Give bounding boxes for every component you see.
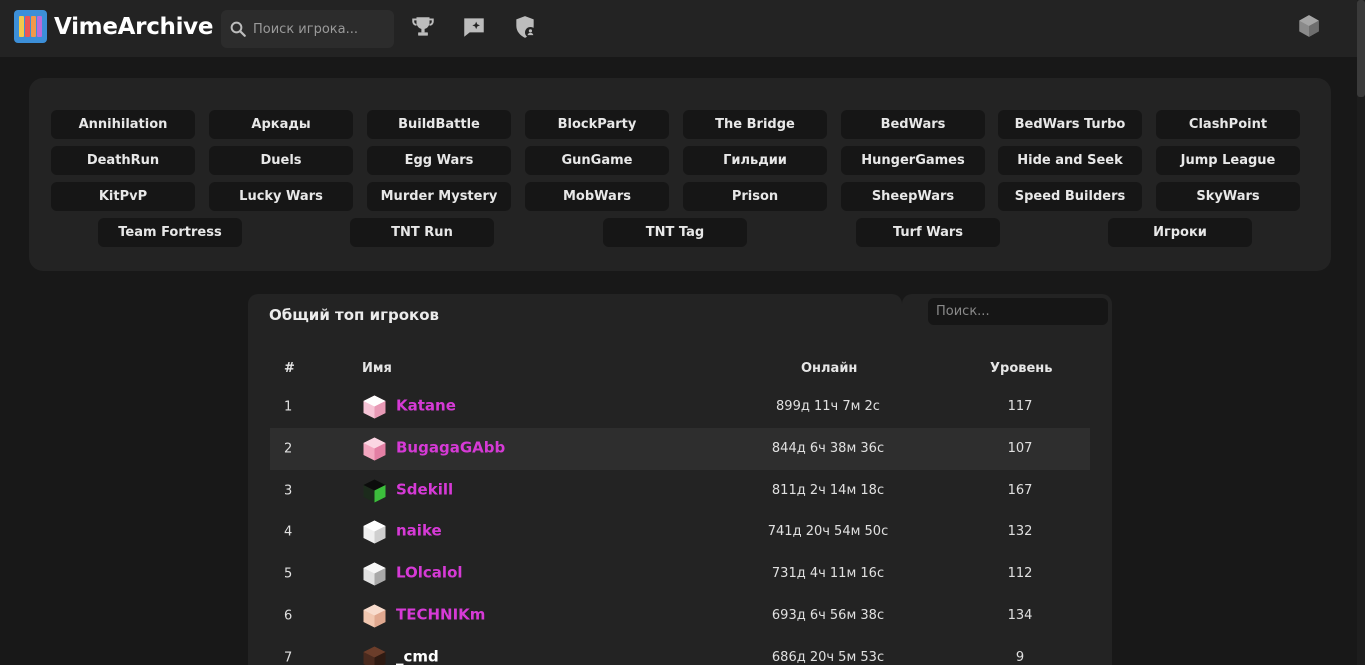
table-row[interactable]: 5 LOlcalol 731д 4ч 11м 16с 112 <box>270 553 1090 595</box>
rank-cell: 1 <box>284 399 293 415</box>
level-value: 134 <box>1007 608 1033 623</box>
player-name-link[interactable]: TECHNIKm <box>396 606 485 624</box>
table-row[interactable]: 1 Katane 899д 11ч 7м 2с 117 <box>270 386 1090 428</box>
player-search-input[interactable] <box>253 21 393 37</box>
player-name-link[interactable]: Sdekill <box>396 480 453 498</box>
player-search[interactable] <box>221 10 394 48</box>
top-navbar: VimeArchive <box>0 0 1357 57</box>
rank-cell: 4 <box>284 524 293 540</box>
table-row[interactable]: 7 _cmd 686д 20ч 5м 53с 9 <box>270 637 1090 665</box>
player-avatar-icon[interactable] <box>362 478 387 503</box>
mode-button-bedwars-turbo[interactable]: BedWars Turbo <box>998 110 1142 139</box>
player-avatar-icon[interactable] <box>362 395 387 420</box>
mode-button-sheepwars[interactable]: SheepWars <box>841 182 985 211</box>
shield-user-icon[interactable] <box>512 14 538 40</box>
level-value: 107 <box>1007 440 1033 456</box>
column-header-level[interactable]: Уровень <box>990 361 1053 376</box>
level-value: 9 <box>1015 649 1025 665</box>
mode-button-hide-and-seek[interactable]: Hide and Seek <box>998 146 1142 175</box>
level-value: 132 <box>1007 524 1033 540</box>
logo-text: VimeArchive <box>54 13 214 40</box>
mode-button-tnt-tag[interactable]: TNT Tag <box>603 218 747 247</box>
mode-button-speed-builders[interactable]: Speed Builders <box>998 182 1142 211</box>
mode-button-murder-mystery[interactable]: Murder Mystery <box>367 182 511 211</box>
online-time-value: 741д 20ч 54м 50с <box>767 524 889 540</box>
table-row[interactable]: 3 Sdekill 811д 2ч 14м 18с 167 <box>270 470 1090 512</box>
leaderboard-tab: Общий топ игроков <box>248 294 902 334</box>
mode-button-turf-wars[interactable]: Turf Wars <box>856 218 1000 247</box>
rank-cell: 2 <box>284 441 293 457</box>
table-search-input[interactable] <box>928 298 1108 325</box>
mode-button-the-bridge[interactable]: The Bridge <box>683 110 827 139</box>
column-header-online[interactable]: Онлайн <box>801 361 857 376</box>
search-icon <box>230 21 246 37</box>
player-avatar-icon[interactable] <box>362 562 387 587</box>
cube-icon[interactable] <box>1296 13 1322 39</box>
column-header-rank[interactable]: # <box>284 361 295 376</box>
mode-button-аркады[interactable]: Аркады <box>209 110 353 139</box>
player-avatar-icon[interactable] <box>362 436 387 461</box>
mode-button-hungergames[interactable]: HungerGames <box>841 146 985 175</box>
level-value: 112 <box>1007 566 1033 582</box>
rank-cell: 3 <box>284 483 293 499</box>
online-time-value: 731д 4ч 11м 16с <box>771 566 885 582</box>
mode-button-blockparty[interactable]: BlockParty <box>525 110 669 139</box>
mode-button-gungame[interactable]: GunGame <box>525 146 669 175</box>
logo[interactable]: VimeArchive <box>14 10 213 43</box>
mode-button-игроки[interactable]: Игроки <box>1108 218 1252 247</box>
mode-button-annihilation[interactable]: Annihilation <box>51 110 195 139</box>
player-name-link[interactable]: BugagaGAbb <box>396 438 505 456</box>
mode-button-lucky-wars[interactable]: Lucky Wars <box>209 182 353 211</box>
mode-button-гильдии[interactable]: Гильдии <box>683 146 827 175</box>
player-name-link[interactable]: Katane <box>396 397 456 415</box>
mode-button-kitpvp[interactable]: KitPvP <box>51 182 195 211</box>
page-scrollbar[interactable] <box>1357 0 1365 665</box>
mode-button-bedwars[interactable]: BedWars <box>841 110 985 139</box>
mode-button-deathrun[interactable]: DeathRun <box>51 146 195 175</box>
table-row[interactable]: 4 naike 741д 20ч 54м 50с 132 <box>270 511 1090 553</box>
trophy-icon[interactable] <box>410 14 436 40</box>
chat-plus-icon[interactable] <box>461 14 487 40</box>
rank-cell: 6 <box>284 608 293 624</box>
mode-button-mobwars[interactable]: MobWars <box>525 182 669 211</box>
player-avatar-icon[interactable] <box>362 645 387 665</box>
level-value: 117 <box>1007 399 1033 414</box>
mode-button-clashpoint[interactable]: ClashPoint <box>1156 110 1300 139</box>
table-row[interactable]: 6 TECHNIKm 693д 6ч 56м 38с 134 <box>270 595 1090 637</box>
mode-button-duels[interactable]: Duels <box>209 146 353 175</box>
mode-button-buildbattle[interactable]: BuildBattle <box>367 110 511 139</box>
rank-cell: 5 <box>284 566 293 582</box>
mode-button-egg-wars[interactable]: Egg Wars <box>367 146 511 175</box>
table-row[interactable]: 2 BugagaGAbb 844д 6ч 38м 36с 107 <box>270 427 1090 470</box>
online-time-value: 811д 2ч 14м 18с <box>771 482 885 498</box>
online-time-value: 899д 11ч 7м 2с <box>776 399 880 414</box>
player-name-link[interactable]: _cmd <box>396 647 439 665</box>
player-avatar-icon[interactable] <box>362 520 387 545</box>
player-name-link[interactable]: naike <box>396 522 442 540</box>
online-time-value: 693д 6ч 56м 38с <box>771 608 885 623</box>
player-avatar-icon[interactable] <box>362 604 387 629</box>
leaderboard-title: Общий топ игроков <box>269 306 440 324</box>
player-name-link[interactable]: LOlcalol <box>396 564 463 582</box>
column-header-name[interactable]: Имя <box>362 361 392 376</box>
mode-button-tnt-run[interactable]: TNT Run <box>350 218 494 247</box>
mode-button-jump-league[interactable]: Jump League <box>1156 146 1300 175</box>
logo-icon <box>14 10 47 43</box>
mode-button-prison[interactable]: Prison <box>683 182 827 211</box>
online-time-value: 844д 6ч 38м 36с <box>771 440 885 456</box>
rank-cell: 7 <box>284 650 293 665</box>
mode-button-team-fortress[interactable]: Team Fortress <box>98 218 242 247</box>
mode-button-skywars[interactable]: SkyWars <box>1156 182 1300 211</box>
level-value: 167 <box>1007 482 1033 498</box>
online-time-value: 686д 20ч 5м 53с <box>771 649 885 665</box>
scrollbar-thumb[interactable] <box>1357 0 1365 97</box>
